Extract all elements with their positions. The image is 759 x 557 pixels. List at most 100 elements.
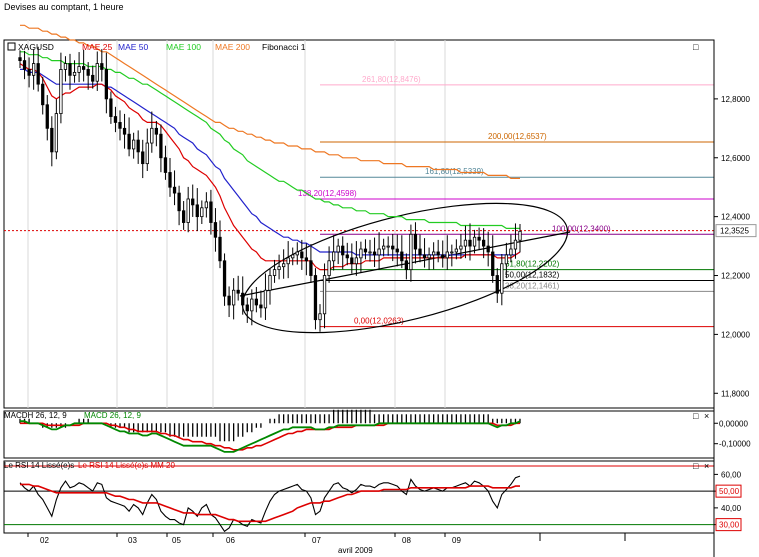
fibonacci-level-label: 100,00(12,3400) <box>552 224 611 233</box>
candle-body <box>422 254 427 259</box>
candle-body <box>481 239 486 247</box>
fibonacci-level-label: 261,80(12,8476) <box>362 75 421 84</box>
candle-body <box>163 157 168 173</box>
candle-body <box>327 260 331 276</box>
x-tick-label: 08 <box>402 536 411 545</box>
rsi-30-label: 30,00 <box>719 521 740 530</box>
candle-body <box>63 63 68 70</box>
x-month-label: avril 2009 <box>338 546 373 555</box>
candle-body <box>359 248 363 259</box>
candle-body <box>209 201 213 223</box>
candle-body <box>54 113 59 153</box>
candle-body <box>441 254 445 259</box>
candle-body <box>350 257 354 265</box>
candle-body <box>68 63 72 76</box>
panel-close-icon: × <box>704 461 709 471</box>
candle-body <box>204 201 209 209</box>
legend-entry: MAE 25 <box>82 42 113 52</box>
candle-body <box>427 254 431 259</box>
candle-body <box>27 69 31 76</box>
candle-body <box>331 251 336 262</box>
chart-window: Devises au comptant, 1 heure 12,8000 12,6… <box>0 0 759 557</box>
symbol-label: XAGUSD <box>18 42 54 52</box>
last-price-label: 12,3525 <box>720 227 749 236</box>
candle-body <box>381 245 386 250</box>
candle-body <box>450 251 454 254</box>
candle-body <box>336 245 340 253</box>
candle-body <box>268 275 272 291</box>
rsi-legend-entry: Le RSI 14 Lissé(e)s MM 20 <box>78 461 175 470</box>
candle-body <box>109 98 113 117</box>
candle-body <box>281 263 286 268</box>
candle-body <box>486 245 490 253</box>
candle-body <box>500 263 504 294</box>
y-tick-label: 11,8000 <box>721 389 750 398</box>
candle-body <box>309 260 313 276</box>
candle-body <box>150 127 154 144</box>
candle-body <box>363 248 368 253</box>
candle-body <box>241 292 245 306</box>
candle-body <box>172 186 177 194</box>
candle-body <box>504 254 509 265</box>
candle-body <box>113 116 118 123</box>
candle-body <box>81 66 86 70</box>
candle-body <box>191 198 195 206</box>
rsi-panel-frame <box>3 460 715 534</box>
candle-body <box>186 198 190 223</box>
x-tick-label: 09 <box>452 536 461 545</box>
legend-entry: MAE 50 <box>118 42 149 52</box>
y-tick-label: -0,10000 <box>719 440 751 449</box>
candle-body <box>391 245 395 250</box>
fibonacci-level-label: 38,20(12,1461) <box>505 281 560 290</box>
candle-body <box>472 236 477 247</box>
candle-body <box>295 251 299 256</box>
candle-body <box>45 104 49 129</box>
candle-body <box>213 222 218 238</box>
candle-body <box>222 260 227 297</box>
candle-body <box>413 233 418 250</box>
candle-body <box>313 275 318 321</box>
y-tick-label: 60,00 <box>721 470 742 479</box>
candle-body <box>272 269 277 276</box>
candle-body <box>345 254 349 259</box>
candle-body <box>300 251 304 259</box>
x-tick-label: 07 <box>312 536 321 545</box>
candle-body <box>431 251 436 256</box>
candle-body <box>277 266 281 271</box>
candle-body <box>127 133 131 150</box>
candle-body <box>495 275 499 294</box>
candle-body <box>341 245 345 256</box>
candle-body <box>491 251 495 276</box>
panel-maximize-icon: □ <box>693 411 699 421</box>
candle-body <box>141 151 145 165</box>
candle-body <box>18 57 22 62</box>
macd-legend-entry: MACDH 26, 12, 9 <box>4 411 67 420</box>
y-tick-label: 12,6000 <box>721 154 750 163</box>
x-tick-label: 02 <box>40 536 49 545</box>
y-tick-label: 12,0000 <box>721 330 750 339</box>
candle-body <box>322 275 327 315</box>
candle-body <box>354 257 359 265</box>
y-tick-label: 0,00000 <box>719 419 748 428</box>
candle-body <box>254 298 259 306</box>
candle-body <box>59 69 63 115</box>
legend-entry: Fibonacci 1 <box>262 42 306 52</box>
candle-body <box>477 236 481 241</box>
candle-body <box>177 192 181 212</box>
y-tick-label: 12,4000 <box>721 213 750 222</box>
candle-body <box>22 60 27 70</box>
candle-body <box>454 248 459 253</box>
fibonacci-level-label: 50,00(12,1832) <box>505 270 560 279</box>
candle-body <box>231 289 236 306</box>
candle-body <box>41 83 45 106</box>
candle-body <box>195 204 199 218</box>
candle-body <box>154 127 159 135</box>
candle-body <box>518 230 522 241</box>
fibonacci-level-label: 61,80(12,2202) <box>505 260 560 269</box>
symbol-swatch <box>7 42 16 51</box>
legend-entry: MAE 100 <box>166 42 201 52</box>
fibonacci-level-label: 0,00(12,0263) <box>354 317 404 326</box>
candle-body <box>377 248 381 256</box>
candle-body <box>445 251 449 259</box>
candle-body <box>509 248 513 256</box>
